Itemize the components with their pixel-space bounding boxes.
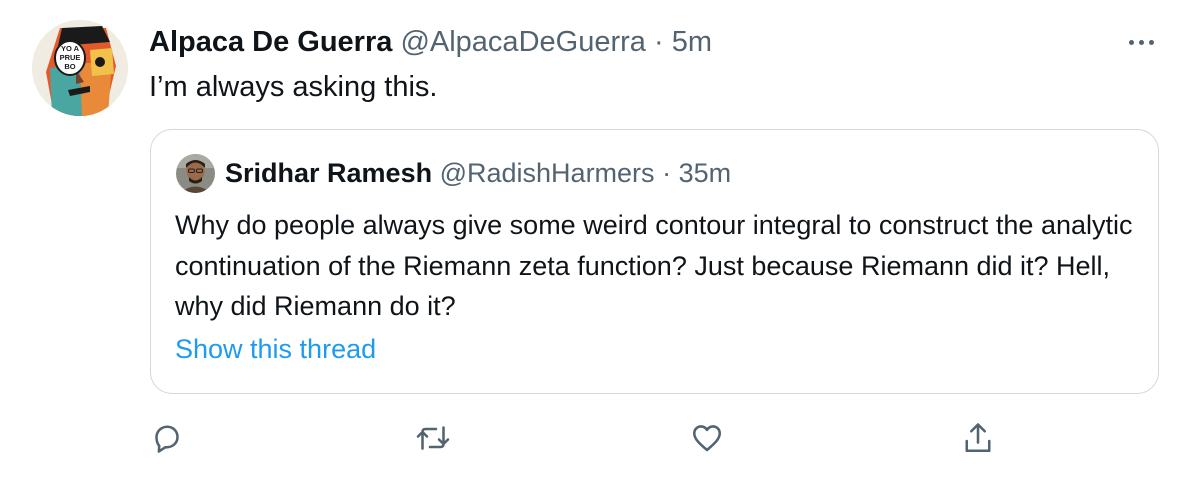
tweet-timestamp[interactable]: 5m [672,26,712,58]
quoted-author-name[interactable]: Sridhar Ramesh [225,158,432,188]
quoted-tweet-header: Sridhar Ramesh @RadishHarmers · 35m [225,156,731,190]
author-avatar[interactable]: YO A PRUE BO [32,20,128,116]
quoted-author-avatar[interactable] [176,154,215,193]
more-dot-icon [1138,39,1144,45]
avatar-text-line-3: BO [64,62,75,71]
more-options-button[interactable] [1121,32,1161,52]
like-icon [692,425,722,452]
reply-icon [155,425,179,453]
more-dot-icon [1128,39,1134,45]
quoted-author-handle[interactable]: @RadishHarmers [440,158,655,188]
author-name[interactable]: Alpaca De Guerra [149,26,392,58]
header-separator: · [653,26,664,58]
like-button[interactable] [689,420,725,456]
retweet-button[interactable] [415,420,451,456]
avatar-illustration: YO A PRUE BO [32,20,128,116]
show-thread-link[interactable]: Show this thread [175,331,376,367]
reply-button[interactable] [149,420,185,456]
share-button[interactable] [960,420,996,456]
retweet-icon [416,426,450,450]
more-dot-icon [1148,39,1154,45]
quoted-tweet-card[interactable]: Sridhar Ramesh @RadishHarmers · 35m Why … [150,129,1159,394]
share-icon [965,423,991,453]
quoted-avatar-photo [176,154,215,193]
quoted-header-separator: · [662,158,672,188]
avatar-text-line-2: PRUE [60,53,81,62]
quoted-tweet-text: Why do people always give some weird con… [175,210,1133,321]
tweet-header: Alpaca De Guerra @AlpacaDeGuerra · 5m [149,24,712,60]
tweet-text: I’m always asking this. [149,71,438,103]
author-handle[interactable]: @AlpacaDeGuerra [400,26,645,58]
avatar-text-line-1: YO A [61,44,80,53]
quoted-tweet-timestamp[interactable]: 35m [679,158,732,188]
